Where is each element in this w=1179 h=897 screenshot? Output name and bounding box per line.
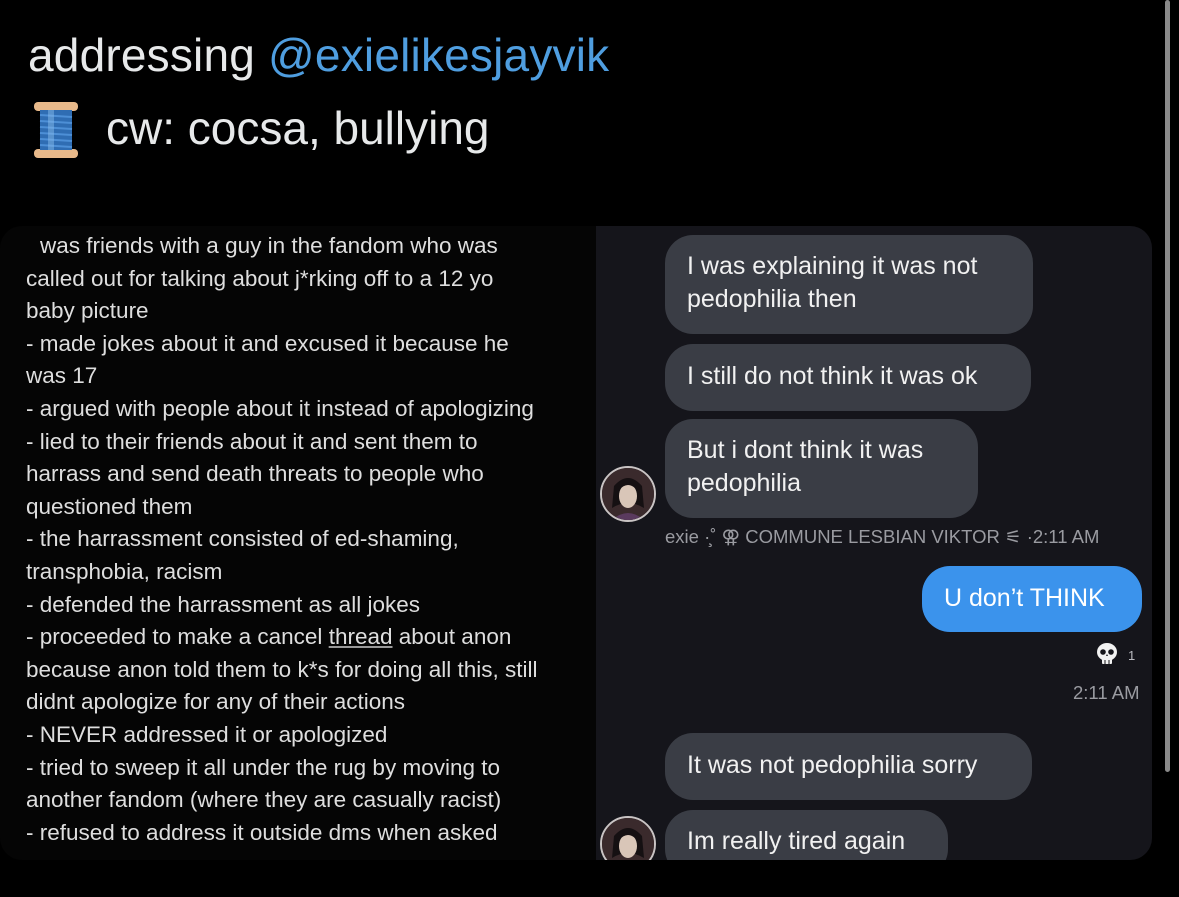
sent-message-bubble: U don’t THINK: [922, 566, 1142, 632]
notes-line: because anon told them to k*s for doing …: [26, 656, 538, 682]
sender-avatar[interactable]: [600, 816, 656, 860]
message-text: It was not pedophilia sorry: [687, 751, 978, 779]
notes-line: questioned them: [26, 493, 193, 519]
reaction-count: 1: [1128, 648, 1136, 663]
underlined-word: thread: [328, 624, 393, 650]
notes-line: - argued with people about it instead of…: [26, 395, 534, 421]
sender-avatar[interactable]: [600, 466, 656, 522]
notes-line: - the harrassment consisted of ed-shamin…: [26, 526, 459, 552]
notes-line: - lied to their friends about it and sen…: [26, 428, 478, 454]
received-message-bubble: I still do not think it was ok: [665, 344, 1031, 411]
content-warning-text: cw: cocsa, bullying: [106, 102, 490, 154]
mention-link[interactable]: @exielikesjayvik: [268, 29, 609, 81]
received-message-bubble: I was explaining it was not pedophilia t…: [665, 235, 1033, 334]
screenshot-page: addressing @exielikesjayvik cw: cocsa, b…: [0, 0, 1179, 897]
notes-line: - defended the harrassment as all jokes: [26, 591, 420, 617]
received-message-bubble: Im really tired again: [665, 810, 948, 860]
notes-line: - NEVER addressed it or apologized: [26, 721, 388, 747]
notes-line: another fandom (where they are casually …: [26, 787, 502, 813]
notes-line: was 17: [26, 363, 98, 389]
received-message-bubble: But i dont think it was pedophilia: [665, 419, 978, 518]
message-line: pedophilia then: [687, 285, 857, 313]
notes-text: was friends with a guy in the fandom who…: [26, 230, 586, 849]
sender-meta: exie ·̧˚ ⚢ COMMUNE LESBIAN VIKTOR ⚟ ·2:1…: [665, 526, 1100, 547]
notes-line: - made jokes about it and excused it bec…: [26, 330, 509, 356]
avatar-portrait-icon: [602, 468, 654, 520]
notes-line: transphobia, racism: [26, 558, 223, 584]
post-header: addressing @exielikesjayvik: [28, 28, 609, 82]
notes-line: - tried to sweep it all under the rug by…: [26, 754, 500, 780]
notes-line-cancel-thread: - proceeded to make a cancel thread abou…: [26, 621, 586, 654]
skull-icon[interactable]: [1094, 641, 1120, 667]
avatar-portrait-icon: [602, 818, 654, 860]
spool-of-thread-icon: [34, 102, 78, 158]
content-warning: cw: cocsa, bullying: [28, 96, 490, 160]
notes-line-end: about anon: [392, 624, 512, 650]
notes-line: was friends with a guy in the fandom who…: [40, 233, 498, 258]
scrollbar[interactable]: [1165, 0, 1170, 772]
message-line: pedophilia: [687, 469, 801, 497]
notes-line-start: - proceeded to make a cancel: [26, 624, 329, 650]
notes-line: didnt apologize for any of their actions: [26, 689, 405, 715]
notes-line: - refused to address it outside dms when…: [26, 819, 498, 845]
received-message-bubble: It was not pedophilia sorry: [665, 733, 1032, 800]
notes-line: baby picture: [26, 298, 149, 324]
header-prefix: addressing: [28, 29, 269, 81]
notes-line: harrass and send death threats to people…: [26, 461, 484, 487]
message-text: Im really tired again: [687, 827, 906, 855]
message-line: But i dont think it was: [687, 436, 924, 464]
notes-line: called out for talking about j*rking off…: [26, 265, 494, 291]
sent-timestamp: 2:11 AM: [1073, 682, 1140, 703]
chat-screenshot: I was explaining it was not pedophilia t…: [596, 226, 1152, 860]
message-text: I still do not think it was ok: [687, 362, 978, 390]
message-line: I was explaining it was not: [687, 252, 978, 280]
message-text: U don’t THINK: [944, 584, 1105, 612]
